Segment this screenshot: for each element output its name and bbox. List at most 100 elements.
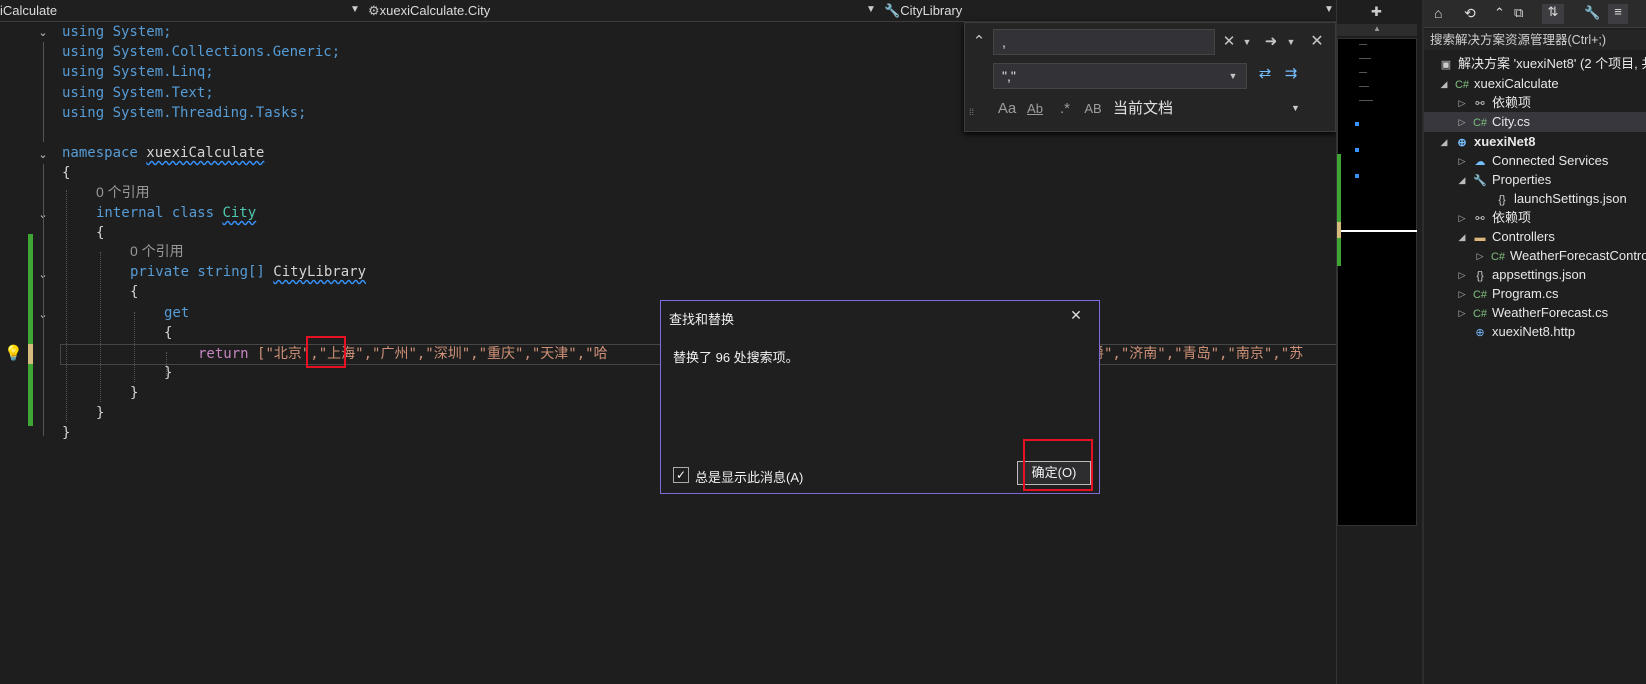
tree-label: 依赖项 xyxy=(1492,95,1532,110)
always-show-checkbox[interactable]: ✓ xyxy=(673,467,689,483)
checkbox-label: 总是显示此消息(A) xyxy=(695,470,804,485)
expand-icon[interactable]: ▷ xyxy=(1456,303,1468,323)
code-line-2: using System.Collections.Generic; xyxy=(62,42,340,62)
fold-line xyxy=(43,42,44,142)
namespace-line: namespace xuexiCalculate xyxy=(62,143,264,163)
class-icon: ⚙ xyxy=(368,3,380,18)
scroll-up-icon[interactable]: ▲ xyxy=(1337,24,1417,36)
sync-icon[interactable]: ⇅ xyxy=(1542,4,1564,24)
replace-all-icon[interactable]: ⇉ xyxy=(1281,64,1301,84)
tree-file-city[interactable]: C# City.cs xyxy=(1472,112,1530,132)
replace-history-icon[interactable]: ▼ xyxy=(1223,66,1243,86)
tree-project-xuexinet8[interactable]: ⊕ xuexiNet8 xyxy=(1454,132,1535,152)
clear-icon[interactable]: ✕ xyxy=(1219,32,1239,52)
expand-icon[interactable]: ▷ xyxy=(1456,284,1468,304)
preserve-case-toggle[interactable]: AB xyxy=(1083,99,1103,119)
member-dropdown[interactable]: 🔧CityLibrary xyxy=(884,1,1324,21)
minimap-mark xyxy=(1355,148,1359,152)
close-icon[interactable]: ✕ xyxy=(1307,32,1327,52)
tree-launchsettings[interactable]: {} launchSettings.json xyxy=(1494,189,1627,209)
collapse-icon[interactable]: ⌄ xyxy=(36,26,50,40)
dependencies-icon: ⚯ xyxy=(1475,98,1485,110)
tree-weatherforecast[interactable]: C# WeatherForecast.cs xyxy=(1472,303,1608,323)
return-keyword: return xyxy=(198,346,249,362)
minimap-change-bar xyxy=(1337,154,1341,266)
replace-input[interactable]: "," xyxy=(993,63,1247,89)
search-input[interactable]: , xyxy=(993,29,1215,55)
navigation-bar: iCalculate ▼ ⚙xuexiCalculate.City ▼ 🔧Cit… xyxy=(0,0,1336,22)
code-line-3: using System.Linq; xyxy=(62,62,214,82)
property-line: private string[] CityLibrary xyxy=(130,262,366,282)
using-statement: using System.Text; xyxy=(62,85,214,101)
solution-search-placeholder: 搜索解决方案资源管理器(Ctrl+;) xyxy=(1430,33,1607,47)
string-array-literal-tail: 爵","济南","青岛","南京","苏 xyxy=(1090,346,1304,362)
lightbulb-icon[interactable]: 💡 xyxy=(4,344,23,364)
expand-icon[interactable]: ▷ xyxy=(1456,208,1468,228)
copy-icon[interactable]: ⧉ xyxy=(1514,5,1523,21)
tree-appsettings[interactable]: {} appsettings.json xyxy=(1472,265,1586,285)
tree-program[interactable]: C# Program.cs xyxy=(1472,284,1559,304)
find-replace-widget: ⌃ , ✕ ▼ ➜ ▼ ✕ "," ▼ ⇄ ⇉ ⁞⁞ Aa Ab .* AB 当… xyxy=(964,22,1336,132)
split-icon[interactable]: ✚ xyxy=(1371,4,1382,20)
tree-controllers[interactable]: ▬ Controllers xyxy=(1472,227,1555,247)
csharp-file-icon: C# xyxy=(1490,251,1506,263)
collapse-all-icon[interactable]: ⌃ xyxy=(1494,5,1505,21)
collapse-chevron-icon[interactable]: ⌃ xyxy=(969,32,989,52)
tree-label: appsettings.json xyxy=(1492,267,1586,282)
json-file-icon: {} xyxy=(1476,270,1484,282)
expand-icon[interactable]: ▷ xyxy=(1456,112,1468,132)
find-options-icon[interactable]: ▼ xyxy=(1281,32,1301,52)
tree-label: launchSettings.json xyxy=(1514,191,1627,206)
reference-count[interactable]: 0 个引用 xyxy=(96,182,150,202)
wrench-icon[interactable]: 🔧 xyxy=(1584,5,1600,21)
minimap[interactable]: ✚ ▲ xyxy=(1336,0,1418,684)
chevron-down-icon[interactable]: ▼ xyxy=(1291,103,1300,113)
find-next-icon[interactable]: ➜ xyxy=(1261,32,1281,52)
tree-weatherforecast-controller[interactable]: C# WeatherForecastController.cs xyxy=(1490,246,1646,266)
brace-open: { xyxy=(96,225,105,241)
tree-http-file[interactable]: ⊕ xuexiNet8.http xyxy=(1472,322,1575,342)
tree-label: xuexiCalculate xyxy=(1474,76,1559,91)
expand-icon[interactable]: ▷ xyxy=(1474,246,1486,266)
minimap-line xyxy=(1359,44,1367,45)
expand-icon[interactable]: ◢ xyxy=(1438,132,1450,152)
tree-label: Connected Services xyxy=(1492,153,1609,168)
scope-dropdown[interactable]: 当前文档 xyxy=(1113,99,1173,119)
tree-dependencies-1[interactable]: ⚯ 依赖项 xyxy=(1472,93,1531,113)
grip-icon[interactable]: ⁞⁞ xyxy=(969,107,974,117)
highlight-box xyxy=(306,336,346,368)
project-dropdown[interactable]: iCalculate xyxy=(0,1,350,21)
expand-icon[interactable]: ▷ xyxy=(1456,93,1468,113)
collapse-icon[interactable]: ⌄ xyxy=(36,148,50,162)
solution-search-input[interactable]: 搜索解决方案资源管理器(Ctrl+;) xyxy=(1424,30,1646,50)
tree-solution-root[interactable]: ▣ 解决方案 'xuexiNet8' (2 个项目, 共 xyxy=(1438,54,1646,74)
expand-icon[interactable]: ▷ xyxy=(1456,151,1468,171)
tree-dependencies-2[interactable]: ⚯ 依赖项 xyxy=(1472,208,1531,228)
match-case-toggle[interactable]: Aa xyxy=(997,99,1017,119)
expand-icon[interactable]: ▷ xyxy=(1456,265,1468,285)
expand-icon[interactable]: ◢ xyxy=(1456,227,1468,247)
brace-close: } xyxy=(62,425,71,441)
whole-word-toggle[interactable]: Ab xyxy=(1025,99,1045,119)
tree-properties[interactable]: 🔧 Properties xyxy=(1472,170,1551,190)
search-history-icon[interactable]: ▼ xyxy=(1237,32,1257,52)
properties-icon[interactable]: ≡ xyxy=(1608,4,1628,24)
wrench-icon: 🔧 xyxy=(884,3,901,18)
tree-connected-services[interactable]: ☁ Connected Services xyxy=(1472,151,1609,171)
tree-project-xueximcalculate[interactable]: C# xuexiCalculate xyxy=(1454,74,1559,94)
brace-open: { xyxy=(164,325,173,341)
home-icon[interactable]: ⌂ xyxy=(1434,5,1442,21)
minimap-line xyxy=(1359,86,1369,87)
reference-count[interactable]: 0 个引用 xyxy=(130,241,184,261)
tree-label: 依赖项 xyxy=(1492,210,1532,225)
expand-icon[interactable]: ◢ xyxy=(1438,74,1450,94)
replace-next-icon[interactable]: ⇄ xyxy=(1255,64,1275,84)
tree-label: City.cs xyxy=(1492,114,1531,129)
minimap-preview[interactable] xyxy=(1337,38,1417,526)
type-dropdown[interactable]: ⚙xuexiCalculate.City xyxy=(368,1,868,21)
close-icon[interactable]: ✕ xyxy=(1067,307,1085,324)
regex-toggle[interactable]: .* xyxy=(1055,99,1075,119)
history-icon[interactable]: ⟲ xyxy=(1464,5,1476,22)
namespace-keyword: namespace xyxy=(62,145,138,161)
expand-icon[interactable]: ◢ xyxy=(1456,170,1468,190)
